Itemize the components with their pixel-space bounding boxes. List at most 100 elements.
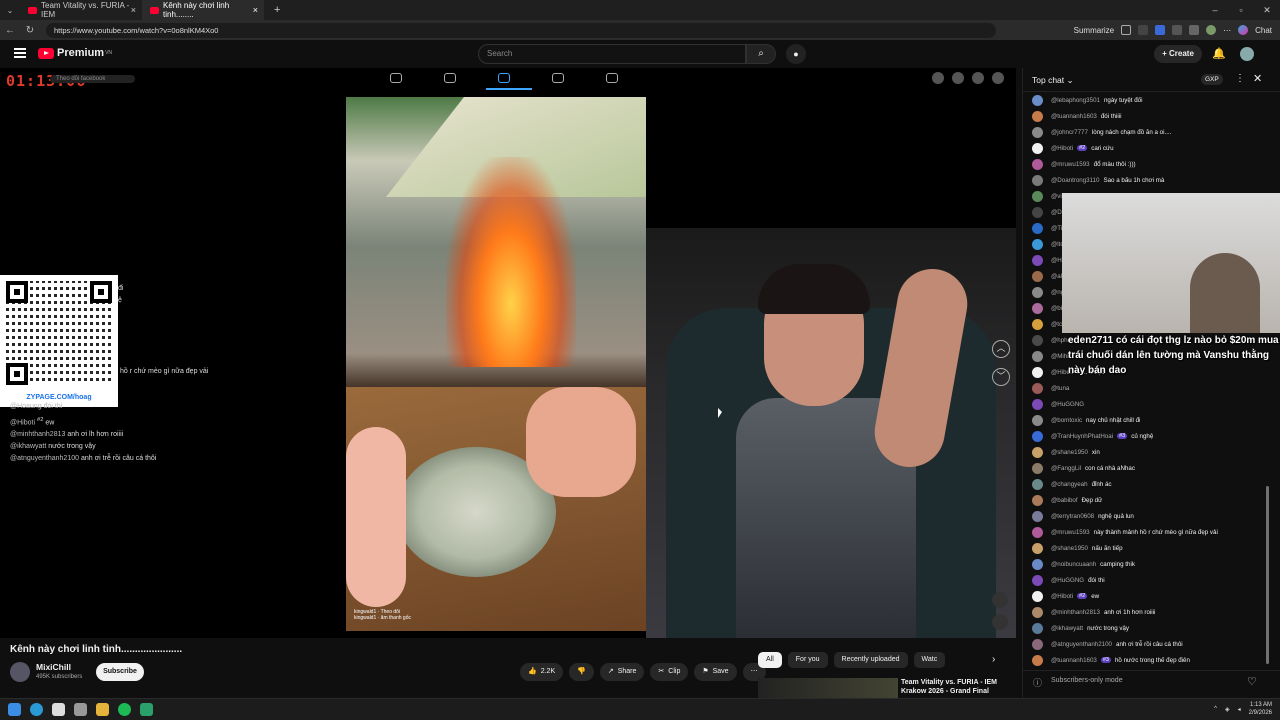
chat-menu-icon[interactable]: ⋮: [1235, 73, 1245, 84]
app-icon[interactable]: [140, 703, 153, 716]
extension-icon[interactable]: [1138, 25, 1149, 35]
back-icon[interactable]: ←: [0, 25, 20, 36]
minimize-icon[interactable]: –: [1202, 0, 1228, 20]
chat-username[interactable]: @tuannanh1603: [1051, 113, 1097, 120]
avatar[interactable]: [1032, 158, 1043, 170]
extension-icon[interactable]: [1189, 25, 1200, 35]
avatar[interactable]: [1032, 590, 1043, 602]
recommended-thumbnail[interactable]: [758, 678, 898, 698]
copilot-icon[interactable]: [1238, 25, 1249, 35]
avatar[interactable]: [1032, 318, 1043, 330]
chevron-up-icon[interactable]: ^: [1214, 706, 1217, 712]
avatar[interactable]: [1032, 478, 1043, 490]
chat-username[interactable]: @noibuncuaanh: [1051, 561, 1096, 568]
youtube-logo[interactable]: Premium VN: [38, 47, 112, 59]
avatar[interactable]: [1032, 334, 1043, 346]
network-icon[interactable]: ◈: [1225, 706, 1230, 713]
chat-button[interactable]: Chat: [1255, 26, 1272, 35]
avatar[interactable]: [1032, 270, 1043, 282]
maximize-icon[interactable]: ▫: [1228, 0, 1254, 20]
chat-username[interactable]: @HuGGNG: [1051, 401, 1084, 408]
chat-username[interactable]: @Hiboti: [1051, 145, 1073, 152]
dislike-button[interactable]: 👎: [569, 663, 594, 681]
extension-icon[interactable]: [1155, 25, 1166, 35]
filter-chip-for-you[interactable]: For you: [787, 652, 828, 668]
avatar[interactable]: [1032, 110, 1043, 122]
account-avatar[interactable]: [1240, 47, 1254, 61]
chat-username[interactable]: @Mihi: [1051, 353, 1069, 360]
like-button[interactable]: 👍 2.2K: [520, 663, 564, 681]
avatar[interactable]: [1032, 206, 1043, 218]
close-tab-icon[interactable]: ×: [253, 5, 258, 15]
chat-username[interactable]: @bomtoxic: [1051, 417, 1082, 424]
chat-username[interactable]: @Ti: [1051, 225, 1062, 232]
windows-start-icon[interactable]: [8, 703, 21, 716]
browser-tab[interactable]: Team Vitality vs. FURIA - IEM ×: [20, 0, 142, 20]
avatar[interactable]: [1032, 542, 1043, 554]
tab-list-icon[interactable]: ⌄: [0, 6, 20, 15]
chat-username[interactable]: @shane1950: [1051, 449, 1088, 456]
menu-dots-icon[interactable]: ⋯: [1223, 26, 1231, 35]
avatar[interactable]: [1032, 446, 1043, 458]
create-button[interactable]: + Create: [1154, 45, 1202, 63]
avatar[interactable]: [1032, 622, 1043, 634]
chat-username[interactable]: @Hiboti: [1051, 593, 1073, 600]
subscribe-button[interactable]: Subscribe: [96, 663, 144, 681]
avatar[interactable]: [1032, 94, 1043, 106]
chat-username[interactable]: @Doantrong3110: [1051, 177, 1099, 184]
refresh-icon[interactable]: ↻: [20, 25, 40, 36]
chat-username[interactable]: @lebaphong3501: [1051, 97, 1100, 104]
channel-name[interactable]: MixiChill: [36, 662, 71, 672]
avatar[interactable]: [1032, 254, 1043, 266]
search-icon[interactable]: ⌕: [746, 44, 776, 64]
chat-username[interactable]: @atnguyenthanh2100: [1051, 641, 1112, 648]
avatar[interactable]: [1032, 366, 1043, 378]
avatar[interactable]: [1032, 654, 1043, 666]
chat-username[interactable]: @ikhawyatt: [1051, 625, 1083, 632]
clip-button[interactable]: ✂ Clip: [650, 663, 689, 681]
browser-app-icon[interactable]: [30, 703, 43, 716]
close-tab-icon[interactable]: ×: [131, 5, 136, 15]
menu-icon[interactable]: [14, 48, 26, 58]
avatar[interactable]: [1032, 350, 1043, 362]
close-icon[interactable]: ✕: [1253, 72, 1262, 85]
browser-tab-active[interactable]: Kênh này chơi linh tinh........ ×: [142, 0, 264, 20]
gxp-badge[interactable]: GXP: [1201, 74, 1223, 85]
close-window-icon[interactable]: ✕: [1254, 0, 1280, 20]
search-input[interactable]: Search: [478, 44, 746, 64]
avatar[interactable]: [1032, 238, 1043, 250]
filter-chip-watched[interactable]: Watc: [913, 652, 946, 668]
chat-scrollbar[interactable]: [1266, 486, 1269, 664]
channel-avatar[interactable]: [10, 662, 30, 682]
avatar[interactable]: [1032, 638, 1043, 650]
avatar[interactable]: [1032, 222, 1043, 234]
chat-username[interactable]: @FanggLil: [1051, 465, 1081, 472]
chat-username[interactable]: @tuna: [1051, 385, 1069, 392]
chat-username[interactable]: @vi: [1051, 193, 1062, 200]
avatar[interactable]: [1032, 174, 1043, 186]
avatar[interactable]: [1032, 302, 1043, 314]
avatar[interactable]: [1032, 286, 1043, 298]
new-tab-icon[interactable]: +: [274, 4, 280, 16]
previous-short-button[interactable]: ︿: [992, 340, 1010, 358]
chat-username[interactable]: @changyeah: [1051, 481, 1088, 488]
avatar[interactable]: [1032, 462, 1043, 474]
file-icon[interactable]: [52, 703, 65, 716]
chat-username[interactable]: @babibof: [1051, 497, 1078, 504]
avatar[interactable]: [1032, 606, 1043, 618]
heart-icon[interactable]: ♡: [1247, 675, 1257, 688]
avatar[interactable]: [1032, 382, 1043, 394]
avatar[interactable]: [1032, 414, 1043, 426]
chat-username[interactable]: @johncr7777: [1051, 129, 1088, 136]
url-field[interactable]: https://www.youtube.com/watch?v=0o8nlKM4…: [46, 22, 996, 38]
avatar[interactable]: [1032, 526, 1043, 538]
chat-username[interactable]: @al: [1051, 273, 1062, 280]
star-icon[interactable]: [1121, 25, 1132, 35]
chat-username[interactable]: @TranHuynhPhatHoai: [1051, 433, 1113, 440]
summarize-button[interactable]: Summarize: [1074, 26, 1114, 35]
chat-username[interactable]: @tc: [1051, 321, 1062, 328]
microphone-icon[interactable]: ●: [786, 44, 806, 64]
avatar[interactable]: [1032, 126, 1043, 138]
chat-username[interactable]: @shane1950: [1051, 545, 1088, 552]
save-button[interactable]: ⚑ Save: [694, 663, 737, 681]
